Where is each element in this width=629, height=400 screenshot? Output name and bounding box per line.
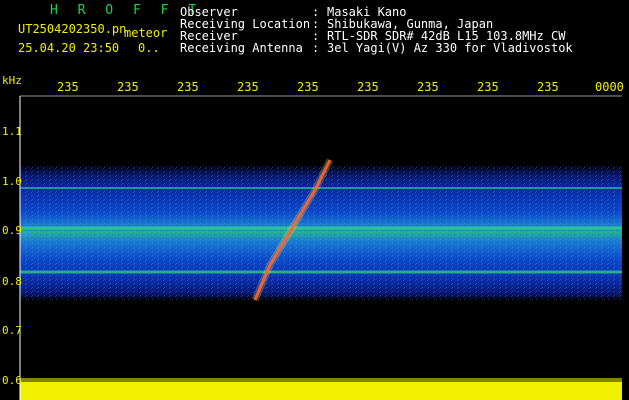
y-axis-unit: kHz	[2, 74, 22, 87]
x-tick-label: 235	[537, 80, 559, 94]
y-tick-label: 0.9	[2, 224, 22, 237]
meta-value-antenna: 3el Yagi(V) Az 330 for Vladivostok	[327, 41, 573, 55]
x-tick-label: 235	[177, 80, 199, 94]
meteor-label: meteor	[124, 26, 168, 40]
spectrogram-canvas	[19, 95, 622, 400]
noise-floor-top-jitter	[20, 378, 622, 382]
x-tick-label: 235	[297, 80, 319, 94]
x-tick-label: 0000	[595, 80, 624, 94]
x-tick-label: 235	[477, 80, 499, 94]
x-tick-label: 235	[417, 80, 439, 94]
x-tick-label: 235	[237, 80, 259, 94]
x-tick-label: 235	[117, 80, 139, 94]
meta-colon: :	[312, 41, 320, 55]
datetime-suffix: 0..	[138, 41, 160, 55]
y-tick-label: 1.0	[2, 175, 22, 188]
file-name: UT2504202350.pn	[18, 22, 127, 36]
x-tick-label: 235	[357, 80, 379, 94]
meta-key-antenna: Receiving Antenna	[180, 41, 303, 55]
noise-floor-strip	[20, 382, 622, 400]
datetime-label: 25.04.20 23:50	[18, 41, 120, 55]
x-tick-label: 235	[57, 80, 79, 94]
y-tick-label: 0.6	[2, 374, 22, 387]
y-tick-label: 0.7	[2, 324, 22, 337]
y-tick-label: 0.8	[2, 275, 22, 288]
y-tick-label: 1.1	[2, 125, 22, 138]
